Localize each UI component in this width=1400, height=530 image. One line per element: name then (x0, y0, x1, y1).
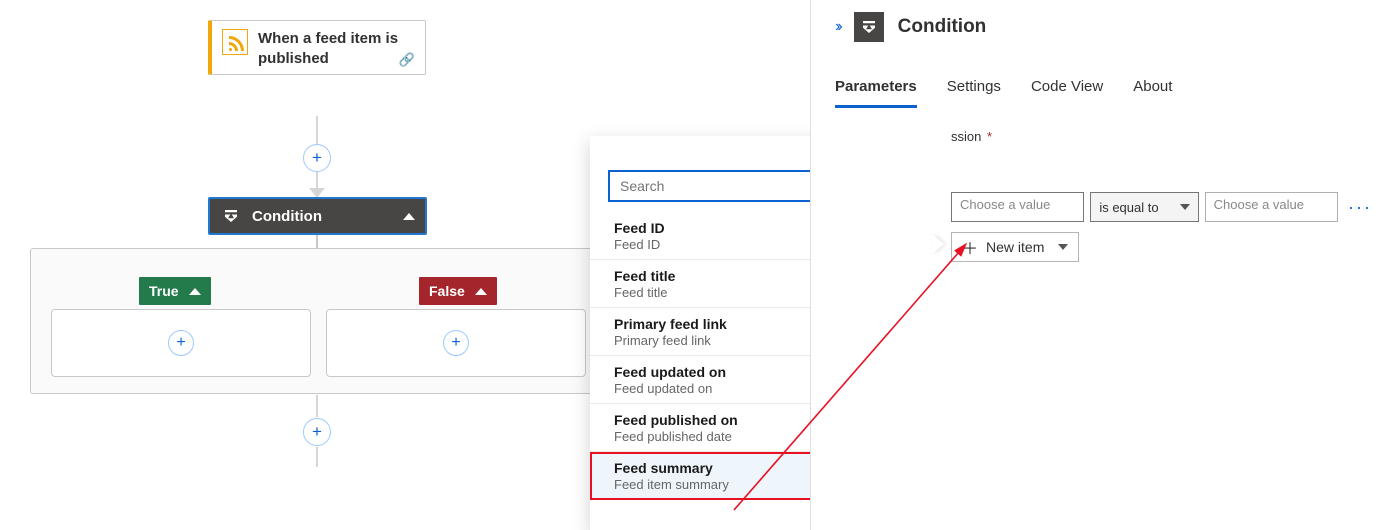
tab-parameters[interactable]: Parameters (835, 72, 917, 108)
link-icon: 🔗 (399, 52, 415, 68)
condition-left-input[interactable]: Choose a value (951, 192, 1084, 222)
panel-tabs: Parameters Settings Code View About (835, 72, 1376, 109)
false-branch-box: + (326, 309, 586, 377)
true-branch-box: + (51, 309, 311, 377)
add-step-button[interactable]: + (303, 144, 331, 172)
rss-icon (222, 29, 248, 55)
true-branch-header[interactable]: True (139, 277, 211, 305)
condition-operator-select[interactable]: is equal to (1090, 192, 1198, 222)
new-item-button[interactable]: ＋ New item (951, 232, 1079, 262)
tab-about[interactable]: About (1133, 72, 1172, 108)
operator-label: is equal to (1099, 200, 1158, 215)
chevron-up-icon (189, 288, 201, 295)
condition-card[interactable]: Condition (208, 197, 427, 235)
condition-title: Condition (252, 208, 393, 225)
popup-pointer (932, 234, 944, 254)
false-branch-header[interactable]: False (419, 277, 497, 305)
panel-title: Condition (898, 16, 987, 38)
chevron-down-icon (1058, 244, 1068, 250)
true-label: True (149, 283, 179, 299)
chevron-down-icon (1180, 204, 1190, 210)
collapse-panel-button[interactable]: ›› (835, 18, 840, 36)
add-action-true-button[interactable]: + (168, 330, 194, 356)
more-options-button[interactable]: ··· (1344, 197, 1376, 218)
trigger-card[interactable]: When a feed item is published 🔗 (208, 20, 426, 75)
connector-line (316, 395, 318, 417)
false-label: False (429, 283, 465, 299)
connector-line (316, 447, 318, 467)
chevron-up-icon (403, 213, 415, 220)
add-action-false-button[interactable]: + (443, 330, 469, 356)
add-step-button[interactable]: + (303, 418, 331, 446)
plus-icon: ＋ (962, 235, 978, 259)
chevron-up-icon (475, 288, 487, 295)
condition-icon (854, 12, 884, 42)
trigger-title: When a feed item is published (258, 29, 415, 68)
properties-panel: ›› Condition Parameters Settings Code Vi… (810, 0, 1400, 530)
required-indicator: * (987, 129, 992, 144)
tab-code-view[interactable]: Code View (1031, 72, 1103, 108)
condition-icon (220, 205, 242, 227)
new-item-label: New item (986, 239, 1044, 255)
condition-right-input[interactable]: Choose a value (1205, 192, 1338, 222)
expression-field-label: ssion * (951, 129, 1376, 144)
tab-settings[interactable]: Settings (947, 72, 1001, 108)
condition-branches-container: True False + + (30, 248, 604, 394)
